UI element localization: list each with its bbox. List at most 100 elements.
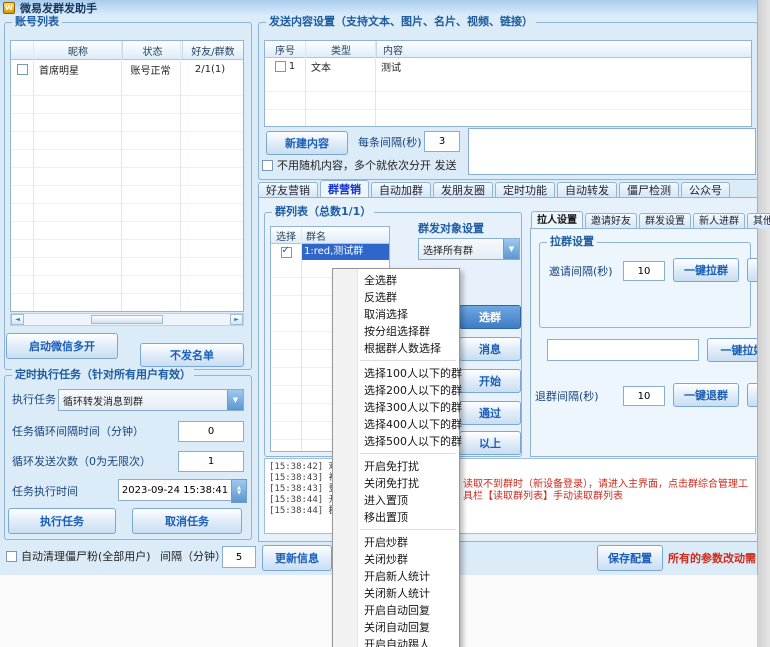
loop-interval-input[interactable]: 0 [178, 421, 244, 442]
save-config-button[interactable]: 保存配置 [597, 545, 663, 571]
tab-auto-join[interactable]: 自动加群 [371, 182, 431, 198]
exec-time-input[interactable]: 2023-09-24 15:38:41 [118, 479, 232, 501]
nosend-list-button[interactable]: 不发名单 [140, 343, 244, 367]
start-wechat-button[interactable]: 启动微信多开 [6, 333, 118, 359]
tab-group-marketing[interactable]: 群营销 [320, 180, 369, 198]
time-spinner-icon[interactable]: ▲▼ [231, 479, 247, 503]
random-content-checkbox[interactable] [262, 160, 273, 171]
content-row[interactable]: 1 文本 测试 [265, 58, 751, 75]
subtab-invite-friends[interactable]: 邀请好友 [585, 213, 637, 229]
menu-item-clear-select[interactable]: 取消选择 [333, 306, 459, 323]
menu-item-select-by-category[interactable]: 按分组选择群 [333, 323, 459, 340]
menu-item-hype-on[interactable]: 开启炒群 [333, 534, 459, 551]
target-dropdown-value: 选择所有群 [419, 242, 503, 257]
menu-item-select-by-size[interactable]: 根据群人数选择 [333, 340, 459, 357]
menu-item-invert-select[interactable]: 反选群 [333, 289, 459, 306]
clean-interval-label: 间隔（分钟） [160, 550, 226, 563]
menu-item-newcomer-stat-off[interactable]: 关闭新人统计 [333, 585, 459, 602]
chevron-down-icon[interactable]: ▼ [227, 390, 243, 410]
quit-group-button[interactable]: 一键退群 [673, 383, 739, 407]
clean-interval-input[interactable]: 5 [222, 546, 256, 568]
menu-item-mute-off[interactable]: 关闭免打扰 [333, 475, 459, 492]
update-info-button[interactable]: 更新信息 [262, 545, 332, 571]
scroll-right-arrow-icon[interactable]: ► [230, 314, 243, 325]
side-button-start[interactable]: 开始 [459, 369, 521, 393]
titlebar[interactable]: W 微易发群发助手 [0, 0, 757, 15]
content-preview-textarea[interactable] [468, 128, 756, 175]
account-row-counts: 2/1(1) [180, 64, 240, 75]
menu-item-under-200[interactable]: 选择200人以下的群 [333, 382, 459, 399]
run-task-button[interactable]: 执行任务 [8, 508, 116, 534]
app-icon: W [3, 2, 15, 14]
account-row-checkbox[interactable] [17, 64, 28, 75]
menu-item-under-300[interactable]: 选择300人以下的群 [333, 399, 459, 416]
screen: W 微易发群发助手 账号列表 昵称 状态 好友/群数 首席明星 账号正常 2/1… [0, 0, 770, 647]
content-groupbox-title: 发送内容设置（支持文本、图片、名片、视频、链接） [266, 15, 536, 28]
account-col-counts: 好友/群数 [183, 41, 243, 59]
stop-invite-button[interactable]: 停止 [747, 258, 758, 282]
subtab-other[interactable]: 其他 [747, 213, 770, 229]
group-row-checkbox[interactable] [281, 247, 292, 258]
tab-official-account[interactable]: 公众号 [681, 182, 730, 198]
account-table[interactable]: 昵称 状态 好友/群数 首席明星 账号正常 2/1(1) [10, 40, 244, 312]
subtab-invite-settings[interactable]: 拉人设置 [531, 211, 583, 229]
menu-item-under-500[interactable]: 选择500人以下的群 [333, 433, 459, 450]
group-grid-line [301, 227, 302, 451]
invite-friend-button[interactable]: 一键拉好友 [707, 338, 758, 362]
msg-interval-input[interactable]: 3 [424, 131, 460, 152]
account-empty-rows [11, 78, 243, 311]
tab-timer[interactable]: 定时功能 [495, 182, 555, 198]
menu-item-under-400[interactable]: 选择400人以下的群 [333, 416, 459, 433]
target-dropdown[interactable]: 选择所有群 ▼ [418, 238, 520, 260]
menu-item-pin-off[interactable]: 移出置顶 [333, 509, 459, 526]
subtab-newcomer[interactable]: 新人进群 [693, 213, 745, 229]
cancel-task-button[interactable]: 取消任务 [132, 508, 242, 534]
side-button-message[interactable]: 消息 [459, 337, 521, 361]
content-table[interactable]: 序号 类型 内容 1 文本 测试 [264, 40, 752, 127]
group-row[interactable]: 1:red,测试群 [271, 244, 389, 260]
menu-item-mute-on[interactable]: 开启免打扰 [333, 458, 459, 475]
menu-item-hype-off[interactable]: 关闭炒群 [333, 551, 459, 568]
menu-item-autokick-on[interactable]: 开启自动踢人 [333, 636, 459, 647]
auto-clean-checkbox[interactable] [6, 551, 17, 562]
account-row[interactable]: 首席明星 账号正常 2/1(1) [11, 60, 243, 79]
menu-item-select-all[interactable]: 全选群 [333, 272, 459, 289]
menu-separator [360, 360, 456, 361]
menu-item-newcomer-stat-on[interactable]: 开启新人统计 [333, 568, 459, 585]
invite-interval-input[interactable]: 10 [623, 261, 665, 281]
content-row-num: 1 [289, 61, 295, 72]
desktop-right-strip [757, 0, 770, 647]
tab-auto-forward[interactable]: 自动转发 [557, 182, 617, 198]
tab-zombie-check[interactable]: 僵尸检测 [619, 182, 679, 198]
invite-button[interactable]: 一键拉群 [673, 258, 739, 282]
stop-quit-button[interactable]: 停止 [747, 383, 758, 407]
account-row-nick: 首席明星 [33, 62, 121, 77]
auto-clean-label: 自动清理僵尸粉(全部用户) [21, 550, 151, 563]
content-row-type: 文本 [305, 59, 375, 74]
menu-item-autoreply-on[interactable]: 开启自动回复 [333, 602, 459, 619]
invite-groupbox-title: 拉群设置 [547, 235, 597, 248]
chevron-down-icon[interactable]: ▼ [503, 239, 519, 259]
tab-friend-marketing[interactable]: 好友营销 [258, 182, 318, 198]
loop-count-input[interactable]: 1 [178, 451, 244, 472]
task-exec-dropdown[interactable]: 循环转发消息到群 ▼ [58, 389, 244, 411]
account-hscrollbar[interactable]: ◄ ► [10, 313, 244, 326]
menu-item-under-100[interactable]: 选择100人以下的群 [333, 365, 459, 382]
subtab-group-send[interactable]: 群发设置 [639, 213, 691, 229]
scroll-thumb[interactable] [91, 315, 163, 324]
target-setting-label: 群发对象设置 [418, 222, 484, 235]
side-button-above[interactable]: 以上 [459, 431, 521, 455]
side-button-pass[interactable]: 通过 [459, 401, 521, 425]
quit-interval-input[interactable]: 10 [623, 386, 665, 406]
content-grid-line [305, 41, 306, 126]
scroll-left-arrow-icon[interactable]: ◄ [11, 314, 24, 325]
content-col-num: 序号 [265, 41, 306, 57]
content-row-checkbox[interactable] [275, 61, 286, 72]
content-grid-line [375, 41, 376, 126]
menu-item-autoreply-off[interactable]: 关闭自动回复 [333, 619, 459, 636]
new-content-button[interactable]: 新建内容 [266, 131, 348, 155]
tab-moments[interactable]: 发朋友圈 [433, 182, 493, 198]
group-name-input[interactable] [547, 339, 699, 361]
menu-item-pin-on[interactable]: 进入置顶 [333, 492, 459, 509]
side-button-select-group[interactable]: 选群 [459, 305, 521, 329]
